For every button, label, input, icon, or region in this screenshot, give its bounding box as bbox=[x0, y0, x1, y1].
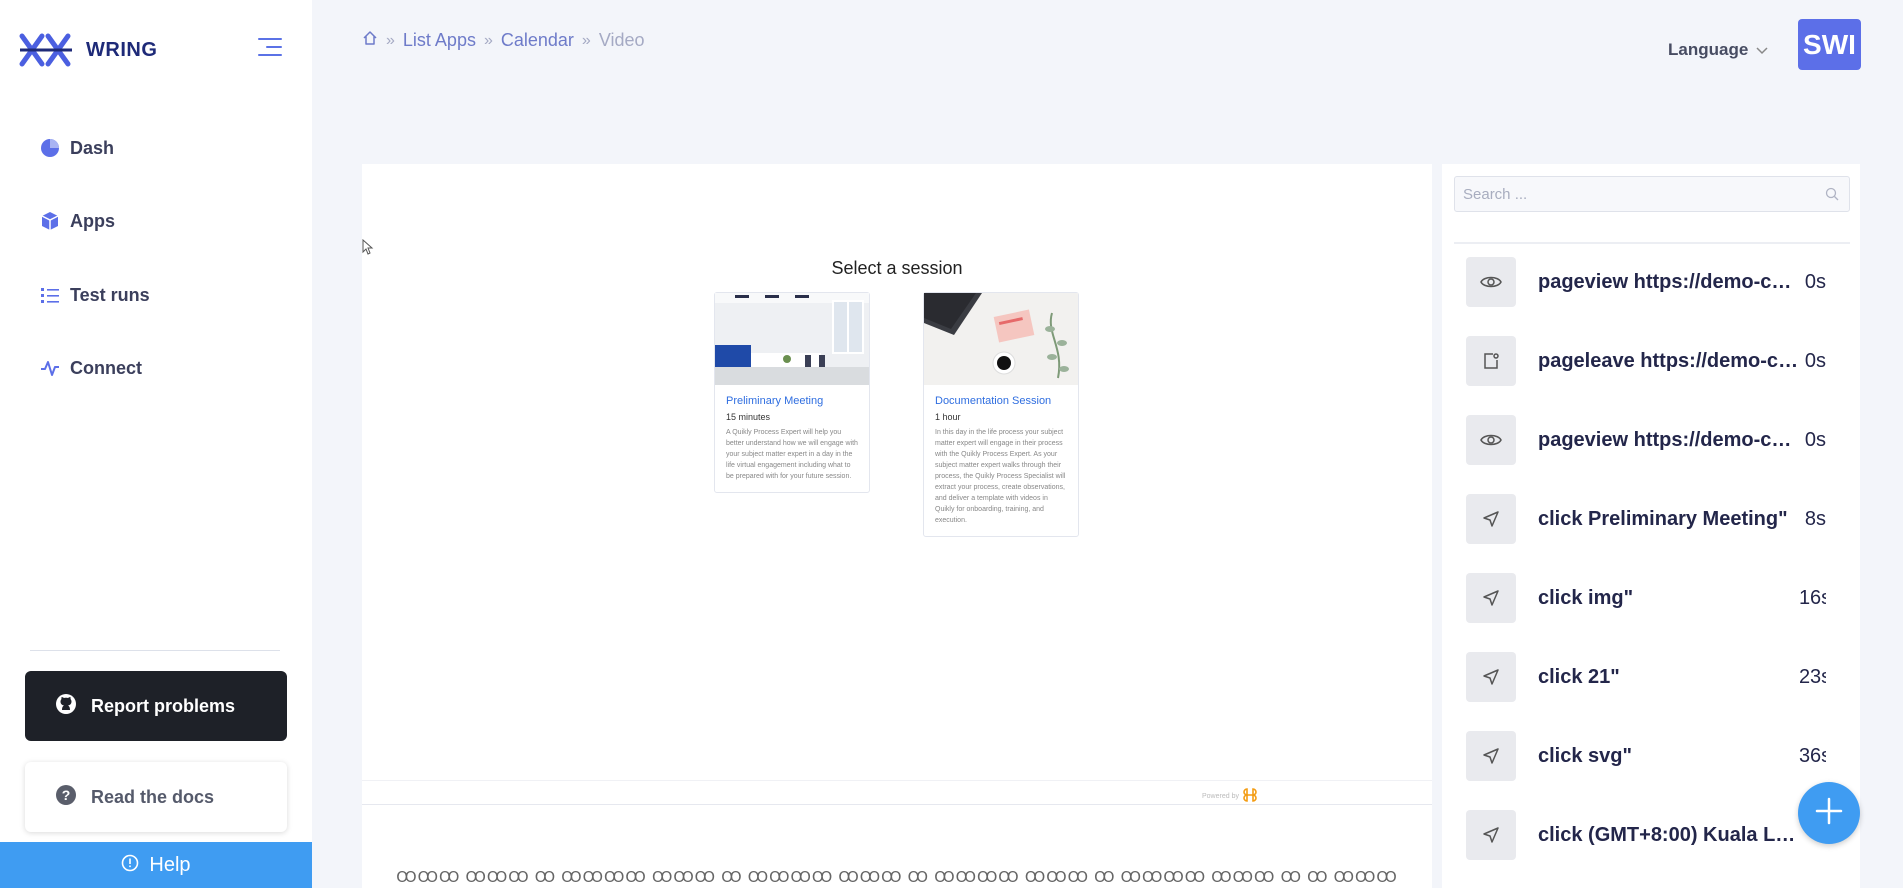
sidebar-item-dash[interactable]: Dash bbox=[40, 128, 114, 168]
read-docs-label: Read the docs bbox=[91, 786, 215, 807]
brand-name: WRING bbox=[86, 38, 158, 61]
help-circle-icon: ? bbox=[55, 784, 77, 811]
cursor-arrow-icon bbox=[1466, 573, 1516, 623]
event-time: 8s bbox=[1804, 507, 1826, 530]
powered-by-label: Powered by bbox=[1202, 792, 1239, 800]
help-label: Help bbox=[149, 853, 191, 876]
session-card-title: Preliminary Meeting bbox=[726, 395, 824, 407]
event-row[interactable]: pageleave https://demo-calendar0s bbox=[1466, 336, 1826, 386]
avatar[interactable]: SWI bbox=[1798, 19, 1861, 70]
help-button[interactable]: Help bbox=[0, 842, 312, 888]
event-time: 16s bbox=[1798, 586, 1826, 609]
cursor-arrow-icon bbox=[1466, 652, 1516, 702]
session-card-description: In this day in the life process your sub… bbox=[935, 429, 1066, 524]
session-card-documentation[interactable]: Documentation Session 1 hour In this day… bbox=[923, 292, 1079, 537]
divider bbox=[362, 804, 1432, 805]
menu-toggle-icon[interactable] bbox=[258, 38, 282, 56]
language-label: Language bbox=[1668, 40, 1749, 59]
event-time: 0s bbox=[1804, 349, 1826, 372]
event-time: 23s bbox=[1798, 665, 1826, 688]
pie-chart-icon bbox=[40, 138, 60, 158]
language-dropdown[interactable]: Language bbox=[1668, 40, 1768, 60]
cube-icon bbox=[40, 211, 60, 231]
breadcrumb-separator-icon: » bbox=[386, 31, 395, 49]
breadcrumb-calendar[interactable]: Calendar bbox=[501, 30, 574, 51]
session-card-preliminary[interactable]: Preliminary Meeting 15 minutes A Quikly … bbox=[714, 292, 870, 493]
event-row[interactable]: click 21" 23s bbox=[1466, 652, 1826, 702]
event-label: pageview https://demo-calendar bbox=[1538, 428, 1799, 451]
event-time: 0s bbox=[1804, 428, 1826, 451]
breadcrumb: » List Apps » Calendar » Video bbox=[362, 30, 645, 51]
info-icon bbox=[121, 854, 139, 877]
desk-laptop-image bbox=[924, 293, 1078, 385]
event-label: click img" bbox=[1538, 586, 1634, 609]
powered-by: Powered by bbox=[1202, 788, 1257, 804]
sidebar-item-apps[interactable]: Apps bbox=[40, 201, 115, 241]
session-card-duration: 1 hour bbox=[935, 412, 961, 422]
list-icon bbox=[40, 285, 60, 305]
sidebar-item-connect[interactable]: Connect bbox=[40, 348, 142, 388]
report-problems-button[interactable]: Report problems bbox=[25, 671, 287, 741]
divider bbox=[1454, 242, 1850, 244]
brand[interactable]: WRING bbox=[18, 30, 157, 70]
search-icon[interactable] bbox=[1825, 187, 1839, 206]
event-row[interactable]: pageview https://demo-calendar0s bbox=[1466, 257, 1826, 307]
event-time: 36s bbox=[1798, 744, 1826, 767]
sidebar-item-test-runs[interactable]: Test runs bbox=[40, 275, 150, 315]
session-card-description: A Quikly Process Expert will help you be… bbox=[726, 429, 858, 480]
event-row[interactable]: click img" 16s bbox=[1466, 573, 1826, 623]
event-row[interactable]: pageview https://demo-calendar0s bbox=[1466, 415, 1826, 465]
events-panel: pageview https://demo-calendar0spageleav… bbox=[1442, 164, 1860, 888]
sidebar: WRING Dash Apps Test runs Connect Report… bbox=[0, 0, 312, 888]
github-icon bbox=[55, 693, 77, 720]
command-logo-icon bbox=[1243, 788, 1257, 804]
search-input[interactable] bbox=[1455, 177, 1849, 211]
event-row[interactable]: click svg" 36s bbox=[1466, 731, 1826, 781]
mouse-cursor-icon bbox=[362, 238, 374, 260]
breadcrumb-video: Video bbox=[598, 30, 645, 50]
add-button[interactable] bbox=[1798, 782, 1860, 844]
session-title: Select a session bbox=[831, 258, 963, 278]
sidebar-item-label: Dash bbox=[70, 137, 115, 158]
event-search bbox=[1454, 176, 1850, 212]
divider bbox=[362, 780, 1432, 781]
eye-icon bbox=[1466, 415, 1516, 465]
eye-icon bbox=[1466, 257, 1516, 307]
cursor-arrow-icon bbox=[1466, 731, 1516, 781]
event-row[interactable]: click (GMT+8:00) Kuala Lumpur bbox=[1466, 810, 1826, 860]
sidebar-item-label: Test runs bbox=[70, 284, 150, 305]
read-docs-button[interactable]: ? Read the docs bbox=[25, 762, 287, 832]
event-label: click svg" bbox=[1538, 744, 1632, 767]
event-label: click Preliminary Meeting" bbox=[1538, 507, 1788, 530]
session-card-duration: 15 minutes bbox=[726, 412, 771, 422]
event-label: click 21" bbox=[1538, 665, 1620, 688]
wring-logo-icon bbox=[19, 33, 72, 67]
event-time: 0s bbox=[1804, 270, 1826, 293]
activity-icon bbox=[40, 358, 60, 378]
event-label: pageview https://demo-calendar bbox=[1538, 270, 1799, 293]
plus-icon bbox=[1814, 796, 1844, 831]
breadcrumb-separator-icon: » bbox=[483, 31, 493, 49]
svg-text:?: ? bbox=[62, 787, 71, 803]
sidebar-divider bbox=[30, 650, 280, 651]
breadcrumb-separator-icon: » bbox=[581, 31, 591, 49]
cursor-arrow-icon bbox=[1466, 810, 1516, 860]
chevron-down-icon bbox=[1756, 40, 1768, 60]
event-row[interactable]: click Preliminary Meeting" 8s bbox=[1466, 494, 1826, 544]
sidebar-item-label: Connect bbox=[70, 357, 142, 378]
sidebar-item-label: Apps bbox=[70, 210, 115, 231]
video-preview-card: Select a session Preliminary Meeting 15 … bbox=[362, 164, 1432, 888]
session-card-title: Documentation Session bbox=[935, 395, 1052, 407]
garbled-text: ꝎꝎꝎ ꝎꝎꝎ Ꝏ ꝎꝎꝎꝎ ꝎꝎꝎ Ꝏ ꝎꝎꝎꝎ ꝎꝎꝎ Ꝏ ꝎꝎꝎꝎ ꝎꝎꝎ… bbox=[396, 869, 1398, 888]
breadcrumb-list-apps[interactable]: List Apps bbox=[403, 30, 476, 51]
page-leave-icon bbox=[1466, 336, 1516, 386]
report-problems-label: Report problems bbox=[91, 695, 236, 716]
event-label: click (GMT+8:00) Kuala Lumpur bbox=[1538, 823, 1799, 846]
cursor-arrow-icon bbox=[1466, 494, 1516, 544]
event-label: pageleave https://demo-calendar bbox=[1538, 349, 1799, 372]
meeting-room-image bbox=[715, 293, 869, 385]
home-icon[interactable] bbox=[362, 30, 378, 51]
